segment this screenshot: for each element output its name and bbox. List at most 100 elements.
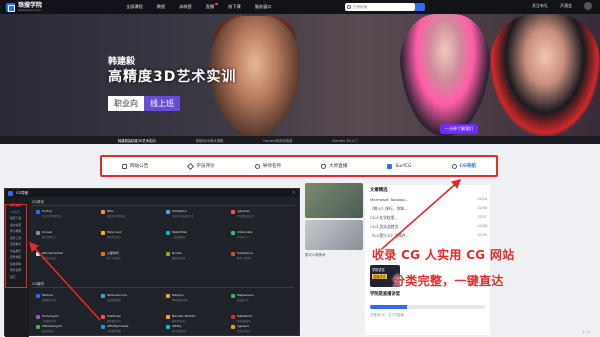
course-thumbnail[interactable] <box>305 220 363 250</box>
site-favicon-icon <box>101 324 105 329</box>
search-input[interactable] <box>353 5 403 9</box>
site-name: 3DSky <box>172 324 182 328</box>
cg-nav-site-item[interactable]: Zbrushcentral 雕刻作品交流 <box>36 251 96 260</box>
close-icon[interactable]: ✕ <box>292 190 296 196</box>
cg-nav-site-item[interactable]: Nvidia 图形技术资讯 <box>166 251 226 260</box>
banner-tab[interactable]: 韩建毅高精度3D艺术实训 <box>118 138 156 143</box>
cg-nav-site-item[interactable]: 80lv 游戏美术资讯网站 <box>101 209 161 218</box>
quick-link-live[interactable]: 大师直播 <box>321 163 348 169</box>
article-date: 02/09 <box>477 233 487 237</box>
site-description: 高清贴图资源 <box>107 299 121 302</box>
hero-figure-dark-girl <box>490 14 600 136</box>
quick-link-announcement[interactable]: 网站公告 <box>121 163 148 169</box>
cg-nav-site-item[interactable]: Textures.com 高清贴图资源 <box>101 293 161 302</box>
vip-link[interactable]: 开通会 <box>560 3 572 9</box>
site-name: Polycount <box>107 230 122 234</box>
nav-link-all-courses[interactable]: 全部课程 <box>126 4 143 10</box>
nav-link-service[interactable]: 服务窗口 <box>255 4 272 10</box>
site-name: Texture <box>42 293 53 297</box>
cg-nav-site-item[interactable]: Surfcg 专业CG资讯聚合站 <box>36 209 96 218</box>
article-link[interactable]: Marmoset Toolbag... <box>370 197 408 202</box>
nav-link-offline[interactable]: 线下课 <box>228 4 241 10</box>
article-date: 02/16 <box>477 197 487 201</box>
article-date: 02/07 <box>477 215 487 219</box>
site-favicon-icon <box>101 251 105 256</box>
site-favicon-icon <box>101 314 105 319</box>
pagination-indicator: 1 / 1 <box>582 330 590 334</box>
logo-mark-icon <box>6 2 15 12</box>
site-favicon-icon <box>36 314 40 319</box>
thumbnail-caption: 数字人像美术 <box>305 253 326 257</box>
divider <box>32 205 294 206</box>
cg-nav-site-item[interactable]: cgtrader 3D模型交易社区 <box>231 209 291 218</box>
article-link[interactable]: CG人员实战就业... <box>370 224 402 230</box>
cg-nav-site-item[interactable]: Blender Market 插件素材商店 <box>166 314 226 323</box>
nav-link-tutorials[interactable]: 教程 <box>157 4 165 10</box>
site-description: 三维模型展示 <box>172 236 186 239</box>
site-favicon-icon <box>36 251 40 256</box>
cg-nav-site-item[interactable]: Substance 材质工具官网 <box>231 251 291 260</box>
cg-nav-site-item[interactable]: 火星时代 数字艺术教育 <box>101 251 161 260</box>
hero-banner[interactable]: 韩建毅 高精度3D艺术实训 职业向 线上班 <box>0 14 600 136</box>
quick-link-mentors[interactable]: 导师名师 <box>254 163 281 169</box>
site-description: 三维模型市场 <box>42 320 56 323</box>
live-promo-subtitle: 开课第1天 · 共5节直播 <box>370 313 404 317</box>
site-logo[interactable]: 琅搜学院 shousoucn.com <box>6 2 101 12</box>
site-favicon-icon <box>231 251 235 256</box>
cg-nav-site-item[interactable]: affinitymodels 人物模型资源 <box>101 324 161 333</box>
site-name: Poliigon <box>172 293 184 297</box>
hero-cta-button[interactable]: 一分钟了解我们 <box>440 124 478 134</box>
live-progress-bar <box>370 305 485 309</box>
cg-nav-site-item[interactable]: 3DSky 室内模型素材 <box>166 324 226 333</box>
site-description: 数字艺术教育 <box>107 257 121 260</box>
site-description: 人物模型资源 <box>107 330 121 333</box>
cg-nav-site-item[interactable]: Texture 纹理素材下载 <box>36 293 96 302</box>
site-favicon-icon <box>36 209 40 214</box>
article-link[interactable]: 《CG是什么》这两件... <box>370 233 410 239</box>
banner-tab[interactable]: 零基础3D美术课程 <box>196 138 224 143</box>
site-name: Surfcg <box>42 209 52 213</box>
hero-title: 高精度3D艺术实训 <box>108 69 237 85</box>
cg-nav-site-item[interactable]: Kitbashing3d 硬表面拼装 <box>36 324 96 333</box>
cg-nav-site-item[interactable]: Megascans 扫描资产库 <box>231 293 291 302</box>
annotation-line-2: 分类完整，一键直达 <box>393 274 504 288</box>
cg-nav-site-item[interactable]: CGModel 模型素材平台 <box>101 314 161 323</box>
avatar[interactable] <box>584 2 592 10</box>
cg-nav-site-item[interactable]: Turbosquid 三维模型市场 <box>36 314 96 323</box>
site-description: PBR材质资源库 <box>172 299 189 302</box>
banner-tab[interactable]: Houdini特效训练营 <box>263 138 292 143</box>
article-link[interactable]: CG人在学校里... <box>370 215 398 221</box>
site-favicon-icon <box>231 324 235 329</box>
course-thumbnail[interactable] <box>305 183 363 218</box>
search-icon <box>347 5 351 9</box>
live-promo-title[interactable]: 学院是直播讲堂 <box>370 291 400 297</box>
quick-link-surfcg[interactable]: SurfCG <box>387 163 412 169</box>
cg-nav-site-item[interactable]: Kitbash3d 场景拼装套件 <box>231 314 291 323</box>
cg-nav-site-item[interactable]: Polycount 游戏美术论坛 <box>101 230 161 239</box>
cg-nav-site-item[interactable]: Sketchfab 三维模型展示 <box>166 230 226 239</box>
article-date: 02/08 <box>477 206 487 210</box>
site-favicon-icon <box>166 324 170 329</box>
article-link[interactable]: 《跨入》排行，你知... <box>370 206 408 212</box>
site-description: 模型素材平台 <box>107 320 121 323</box>
site-description: CG社区门户 <box>237 236 250 239</box>
quick-link-reviews[interactable]: 学员评价 <box>187 162 215 170</box>
site-description: 场景拼装套件 <box>237 320 251 323</box>
search-button[interactable] <box>415 3 425 11</box>
cg-nav-site-item[interactable]: Unreal 虚幻引擎官方 <box>36 230 96 239</box>
site-favicon-icon <box>101 293 105 298</box>
follow-gift-link[interactable]: 关注有礼 <box>532 3 548 9</box>
cg-nav-site-item[interactable]: Poliigon PBR材质资源库 <box>166 293 226 302</box>
site-description: 图形技术资讯 <box>172 257 186 260</box>
logo-domain: shousoucn.com <box>18 7 42 12</box>
cg-nav-site-item[interactable]: cgpeers 资源分享社区 <box>231 324 291 333</box>
site-favicon-icon <box>166 230 170 235</box>
site-name: 80lv <box>107 209 114 213</box>
site-description: 3D模型交易社区 <box>237 215 255 218</box>
cg-nav-site-item[interactable]: CGSociety CG社区门户 <box>231 230 291 239</box>
quick-link-cg-nav[interactable]: CG导航 <box>451 163 476 169</box>
nav-link-live[interactable]: 直播 <box>206 3 219 10</box>
cg-nav-site-item[interactable]: Artstation 全球CG作品展示平台 <box>166 209 226 218</box>
banner-tab[interactable]: Blender 3D入门 <box>332 138 357 143</box>
nav-link-bootcamp[interactable]: 训练营 <box>179 4 192 10</box>
